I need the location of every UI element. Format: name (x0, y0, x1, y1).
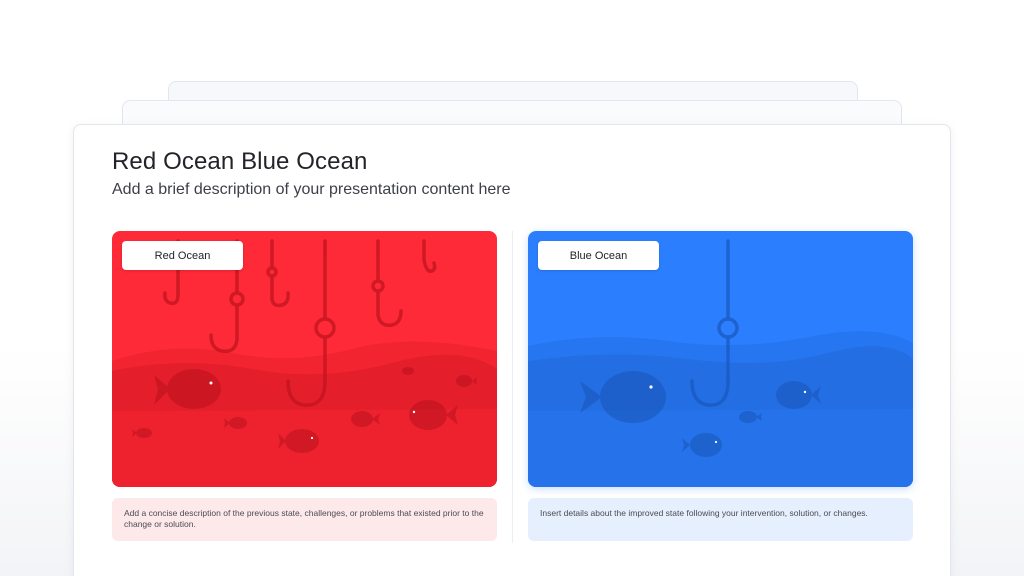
fish-hook-icon (371, 239, 403, 328)
wave-icon (528, 331, 913, 487)
fish-hook-icon (266, 239, 290, 308)
fish-hook-icon (422, 239, 437, 273)
slide-subtitle: Add a brief description of your presenta… (112, 181, 511, 198)
blue-ocean-panel: Blue Ocean (528, 231, 913, 487)
fish-icon (402, 367, 414, 375)
blue-ocean-description: Insert details about the improved state … (528, 498, 913, 541)
slide: Red Ocean Blue Ocean Add a brief descrip… (73, 124, 951, 576)
red-ocean-description: Add a concise description of the previou… (112, 498, 497, 541)
slide-stage: Red Ocean Blue Ocean Add a brief descrip… (0, 0, 1024, 576)
slide-title: Red Ocean Blue Ocean (112, 148, 368, 175)
red-ocean-label: Red Ocean (122, 241, 243, 270)
red-ocean-panel: Red Ocean (112, 231, 497, 487)
blue-ocean-label: Blue Ocean (538, 241, 659, 270)
column-divider (512, 231, 513, 543)
